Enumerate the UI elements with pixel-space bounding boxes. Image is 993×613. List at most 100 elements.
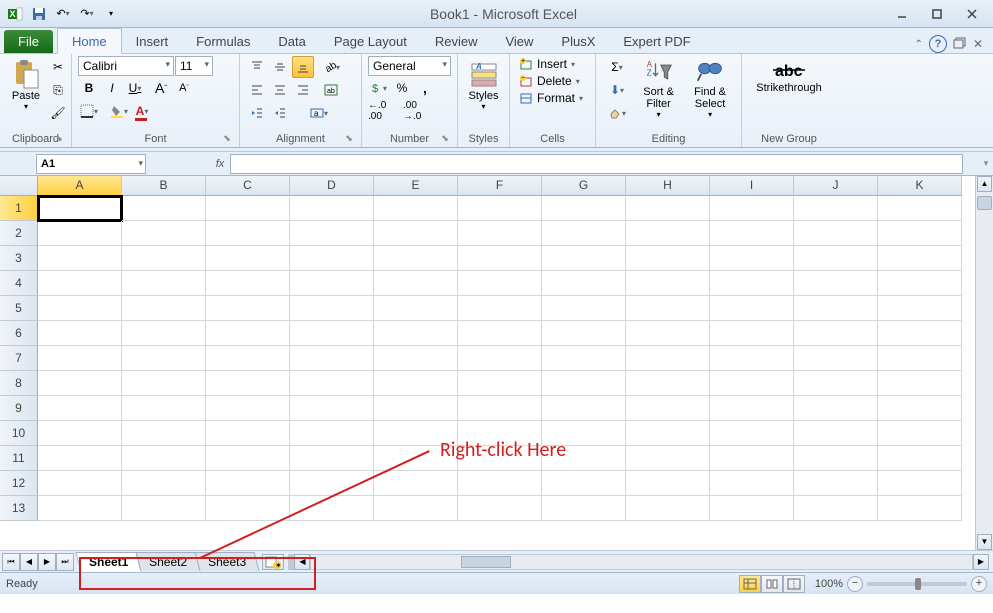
column-header[interactable]: H [626,176,710,196]
close-button[interactable] [955,3,989,25]
cell[interactable] [122,446,206,471]
increase-font-button[interactable]: Aˆ [150,77,172,99]
cell[interactable] [710,496,794,521]
format-cells-button[interactable]: Format [516,90,589,106]
excel-icon[interactable]: X [4,4,26,24]
cell[interactable] [626,421,710,446]
cell[interactable] [710,396,794,421]
cell[interactable] [710,421,794,446]
cell[interactable] [542,221,626,246]
number-launcher-icon[interactable]: ⬊ [439,133,451,145]
cell[interactable] [122,396,206,421]
alignment-launcher-icon[interactable]: ⬊ [343,133,355,145]
save-icon[interactable] [28,4,50,24]
cell[interactable] [374,221,458,246]
align-center-button[interactable] [269,79,291,101]
tab-insert[interactable]: Insert [122,29,183,53]
italic-button[interactable]: I [101,77,123,99]
cell[interactable] [38,346,122,371]
scroll-left-button[interactable]: ◀ [294,554,310,570]
cell[interactable] [38,496,122,521]
cell[interactable] [794,421,878,446]
sort-filter-button[interactable]: AZ Sort & Filter▾ [636,56,681,131]
cut-button[interactable]: ✂ [47,56,69,78]
cell[interactable] [710,196,794,221]
zoom-slider-thumb[interactable] [915,578,921,590]
cell[interactable] [458,371,542,396]
cell[interactable] [878,396,962,421]
redo-button[interactable]: ↷ [76,4,98,24]
cell[interactable] [794,296,878,321]
cell[interactable] [122,271,206,296]
format-painter-button[interactable]: 🖌 [47,102,69,124]
align-middle-button[interactable] [269,56,291,78]
cell[interactable] [206,196,290,221]
fx-icon[interactable]: fx [210,158,230,170]
cell[interactable] [122,346,206,371]
cell[interactable] [458,271,542,296]
close-workbook-icon[interactable]: ✕ [973,37,983,51]
cell[interactable] [374,496,458,521]
row-header[interactable]: 11 [0,446,38,471]
cell[interactable] [878,421,962,446]
row-header[interactable]: 8 [0,371,38,396]
cell[interactable] [290,271,374,296]
find-select-button[interactable]: Find & Select▾ [685,56,735,131]
cell[interactable] [878,471,962,496]
cell[interactable] [626,271,710,296]
vertical-scrollbar[interactable]: ▲ ▼ [975,176,993,550]
cell[interactable] [38,396,122,421]
font-size-select[interactable]: 11 [175,56,213,76]
cell[interactable] [878,346,962,371]
cell[interactable] [794,396,878,421]
cell[interactable] [794,446,878,471]
cell[interactable] [290,321,374,346]
cell[interactable] [626,496,710,521]
cell[interactable] [626,346,710,371]
cell[interactable] [458,246,542,271]
bold-button[interactable]: B [78,77,100,99]
cell[interactable] [122,496,206,521]
next-sheet-button[interactable]: ▶ [38,553,56,571]
hscroll-thumb[interactable] [461,556,511,568]
clear-button[interactable] [602,102,632,124]
row-header[interactable]: 9 [0,396,38,421]
wrap-text-button[interactable]: ab [320,79,342,101]
tab-formulas[interactable]: Formulas [182,29,264,53]
cell[interactable] [122,246,206,271]
cell[interactable] [458,421,542,446]
cell[interactable] [542,196,626,221]
cell[interactable] [710,321,794,346]
clipboard-launcher-icon[interactable]: ⬊ [53,133,65,145]
row-header[interactable]: 4 [0,271,38,296]
fill-button[interactable]: ⬇ [602,79,632,101]
cell[interactable] [38,471,122,496]
cell[interactable] [122,371,206,396]
cell[interactable] [542,271,626,296]
cell[interactable] [710,371,794,396]
sheet-tab[interactable]: Sheet2 [136,552,201,571]
cell[interactable] [374,371,458,396]
cell[interactable] [206,221,290,246]
cell[interactable] [374,446,458,471]
cell[interactable] [542,421,626,446]
cell[interactable] [710,271,794,296]
row-header[interactable]: 5 [0,296,38,321]
increase-indent-button[interactable] [269,102,291,124]
strikethrough-button[interactable]: abc Strikethrough [748,56,830,96]
cell[interactable] [290,296,374,321]
page-layout-view-button[interactable] [761,575,783,593]
last-sheet-button[interactable]: ⏭ [56,553,74,571]
cell[interactable] [206,496,290,521]
align-bottom-button[interactable] [292,56,314,78]
cell[interactable] [290,421,374,446]
cell[interactable] [626,221,710,246]
cell[interactable] [38,221,122,246]
cell[interactable] [38,321,122,346]
cell[interactable] [710,471,794,496]
cell[interactable] [290,371,374,396]
new-sheet-button[interactable]: ✶ [262,554,284,570]
cell[interactable] [290,446,374,471]
cell[interactable] [290,396,374,421]
name-box[interactable]: A1 [36,154,146,174]
